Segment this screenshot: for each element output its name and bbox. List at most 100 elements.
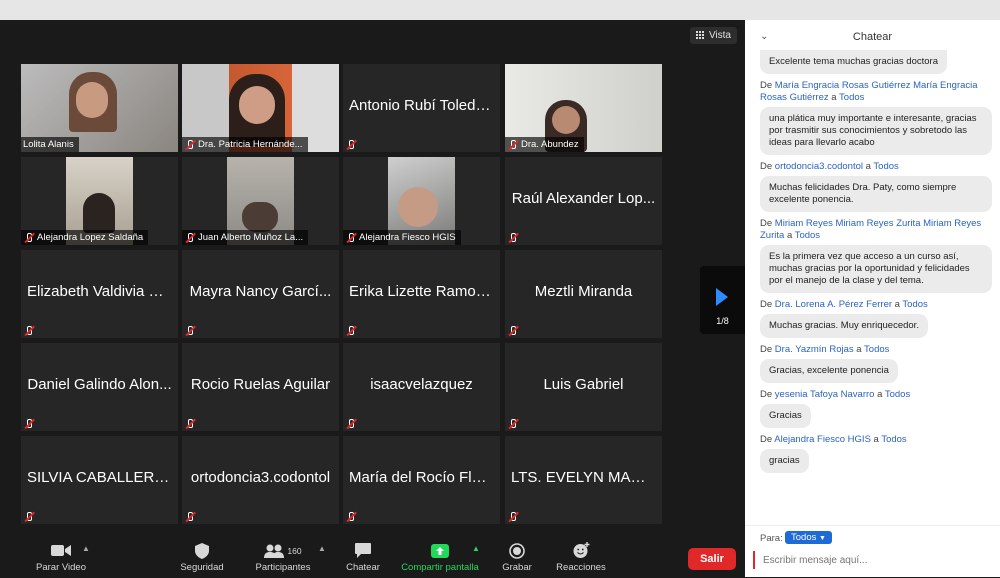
participant-tile[interactable]: Rocio Ruelas Aguilar <box>182 343 339 431</box>
security-label: Seguridad <box>180 562 224 573</box>
share-screen-label: Compartir pantalla <box>401 562 479 573</box>
leave-button[interactable]: Salir <box>688 548 736 570</box>
participant-tile[interactable]: Antonio Rubí Toleda... <box>343 64 500 152</box>
chat-message-input[interactable] <box>753 551 1000 569</box>
security-button[interactable]: Seguridad <box>176 542 228 573</box>
participant-name: Erika Lizette Ramos... <box>349 283 494 300</box>
participant-tile[interactable]: Meztli Miranda <box>505 250 662 338</box>
participant-name: LTS. EVELYN MARI... <box>511 469 656 486</box>
participant-tile-video[interactable]: Juan Alberto Muñoz La... <box>182 157 339 245</box>
chat-message: De Miriam Reyes Miriam Reyes Zurita Miri… <box>760 218 992 293</box>
muted-mic-icon <box>184 418 195 429</box>
sender-name[interactable]: ortodoncia3.codontol <box>775 161 863 172</box>
sender-name[interactable]: Alejandra Fiesco HGIS <box>774 434 871 445</box>
chat-message-bubble: una plática muy importante e interesante… <box>760 107 992 155</box>
video-gallery: Vista Lolita Alanis Dra. Patricia Hernán… <box>0 20 745 538</box>
participant-name-label: Juan Alberto Muñoz La... <box>182 230 309 245</box>
person-silhouette <box>83 193 115 233</box>
participant-name-label: Dra. Patricia Hernánde... <box>182 137 308 152</box>
chevron-right-icon <box>716 288 728 306</box>
sender-name[interactable]: María Engracia Rosas Gutiérrez María Eng… <box>760 80 978 103</box>
recipient-name[interactable]: Todos <box>864 344 889 355</box>
caret-down-icon: ▼ <box>819 535 826 542</box>
chat-sender-line: De Miriam Reyes Miriam Reyes Zurita Miri… <box>760 218 982 241</box>
participant-tile[interactable]: SILVIA CABALLERO... <box>21 436 178 524</box>
stop-video-label: Parar Video <box>36 562 86 573</box>
participant-tile[interactable]: Erika Lizette Ramos... <box>343 250 500 338</box>
recipient-name[interactable]: Todos <box>839 92 864 103</box>
chat-sender-line: De yesenia Tafoya Navarro a Todos <box>760 389 911 400</box>
participant-tile[interactable]: Raúl Alexander Lop... <box>505 157 662 245</box>
muted-mic-icon <box>23 511 34 522</box>
participant-name: Rocio Ruelas Aguilar <box>190 376 331 393</box>
next-page-button[interactable]: 1/8 <box>700 266 745 334</box>
recipient-label: Para: <box>760 533 783 544</box>
participant-tile[interactable]: isaacvelazquez <box>343 343 500 431</box>
recipient-name[interactable]: Todos <box>902 299 927 310</box>
view-button[interactable]: Vista <box>689 27 737 44</box>
reactions-button[interactable]: Reacciones <box>553 542 609 573</box>
participant-tile[interactable]: María del Rocío Flor... <box>343 436 500 524</box>
participant-tile[interactable]: LTS. EVELYN MARI... <box>505 436 662 524</box>
face-shape <box>239 86 275 124</box>
participant-tile-video[interactable]: Lolita Alanis <box>21 64 178 152</box>
participant-tile-video[interactable]: Dra. Abundez <box>505 64 662 152</box>
recipient-select[interactable]: Todos ▼ <box>785 531 832 544</box>
chat-footer: Para: Todos ▼ <box>745 525 1000 578</box>
recipient-name[interactable]: Todos <box>795 230 820 241</box>
participant-tile[interactable]: Mayra Nancy Garcí... <box>182 250 339 338</box>
participants-label: Participantes <box>255 562 311 573</box>
participants-button[interactable]: 160 Participantes <box>253 542 313 573</box>
participants-icon <box>264 544 285 558</box>
recipient-name[interactable]: Todos <box>873 161 898 172</box>
chevron-down-icon[interactable]: ⌄ <box>760 20 768 54</box>
muted-mic-icon <box>345 139 356 150</box>
participant-tile-video[interactable]: Alejandra Lopez Saldaña <box>21 157 178 245</box>
chat-sender-line: De ortodoncia3.codontol a Todos <box>760 161 899 172</box>
participant-name: Raúl Alexander Lop... <box>511 190 656 207</box>
participant-name-label: Dra. Abundez <box>505 137 584 152</box>
participant-name: SILVIA CABALLERO... <box>27 469 172 486</box>
view-button-label: Vista <box>708 30 731 41</box>
participant-tile[interactable]: Daniel Galindo Alon... <box>21 343 178 431</box>
chat-message-bubble: Muchas gracias. Muy enriquecedor. <box>760 314 928 338</box>
recipient-name[interactable]: Todos <box>885 389 910 400</box>
recipient-name[interactable]: Todos <box>881 434 906 445</box>
muted-mic-icon <box>23 325 34 336</box>
sender-name[interactable]: yesenia Tafoya Navarro <box>775 389 875 400</box>
chat-message: De Alejandra Fiesco HGIS a Todos gracias <box>760 434 992 473</box>
participant-name-label: Alejandra Fiesco HGIS <box>343 230 461 245</box>
hand-shape <box>398 187 438 227</box>
chat-sender-line: De Dra. Lorena A. Pérez Ferrer a Todos <box>760 299 928 310</box>
participant-name: Elizabeth Valdivia O... <box>27 283 172 300</box>
share-screen-icon <box>431 543 449 558</box>
participant-name-label: Lolita Alanis <box>21 137 79 152</box>
chat-title: Chatear <box>852 31 893 43</box>
participant-tile[interactable]: Luis Gabriel <box>505 343 662 431</box>
share-screen-button[interactable]: Compartir pantalla <box>396 542 484 573</box>
video-options-caret-icon[interactable]: ▲ <box>82 544 90 553</box>
participant-name: ortodoncia3.codontol <box>190 469 331 486</box>
chat-button[interactable]: Chatear <box>343 542 383 573</box>
chat-message-bubble: Excelente tema muchas gracias doctora <box>760 50 947 74</box>
participant-tile[interactable]: ortodoncia3.codontol <box>182 436 339 524</box>
participant-name: María del Rocío Flor... <box>349 469 494 486</box>
sender-name[interactable]: Dra. Lorena A. Pérez Ferrer <box>775 299 892 310</box>
sender-name[interactable]: Miriam Reyes Miriam Reyes Zurita Miriam … <box>760 218 981 241</box>
record-button[interactable]: Grabar <box>498 542 536 573</box>
chat-message-bubble: Muchas felicidades Dra. Paty, como siemp… <box>760 176 992 212</box>
share-options-caret-icon[interactable]: ▲ <box>472 544 480 553</box>
muted-mic-icon <box>345 325 356 336</box>
muted-mic-icon <box>507 511 518 522</box>
participant-tile-video[interactable]: Alejandra Fiesco HGIS <box>343 157 500 245</box>
meeting-toolbar: Parar Video ▲ Seguridad 160 Participante… <box>0 538 745 577</box>
sender-name[interactable]: Dra. Yazmín Rojas <box>775 344 854 355</box>
participants-options-caret-icon[interactable]: ▲ <box>318 544 326 553</box>
chat-sender-line: De María Engracia Rosas Gutiérrez María … <box>760 80 978 103</box>
participant-tile[interactable]: Elizabeth Valdivia O... <box>21 250 178 338</box>
muted-mic-icon <box>507 418 518 429</box>
muted-mic-icon <box>345 418 356 429</box>
shield-icon <box>195 542 209 559</box>
participant-tile-video-active[interactable]: Dra. Patricia Hernánde... <box>182 64 339 152</box>
muted-mic-icon <box>507 139 518 150</box>
